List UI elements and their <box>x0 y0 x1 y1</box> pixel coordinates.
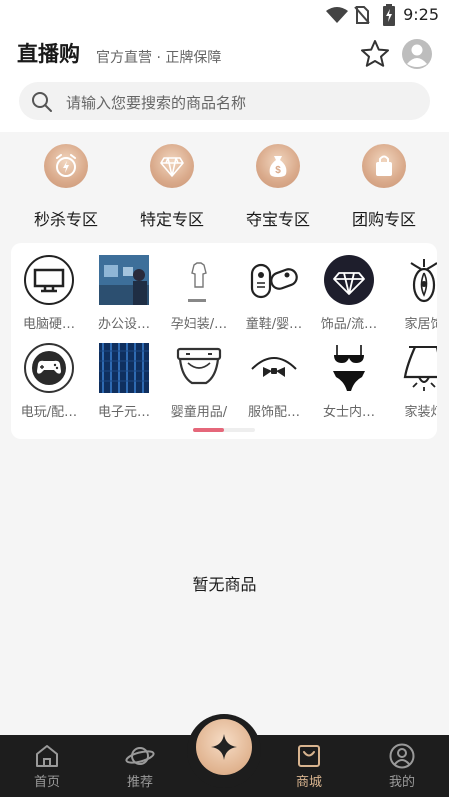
category-image <box>324 255 374 305</box>
office-photo <box>99 255 149 305</box>
electronics-photo-graphic <box>99 343 149 393</box>
tab-label: 商城 <box>295 775 322 790</box>
money-bag-icon: $ <box>269 156 287 177</box>
scroll-indicator <box>193 428 255 432</box>
tab-label: 推荐 <box>126 775 153 790</box>
shopping-bag-icon <box>376 155 392 176</box>
category-lingerie[interactable]: 女士内… <box>313 343 385 429</box>
page-subtitle: 官方直营 · 正牌保障 <box>96 50 222 66</box>
diamond-icon <box>160 157 184 177</box>
category-card: 电脑硬… 办公设… 孕妇装/… 童鞋/婴… 饰品/流… 家居饰 电玩/配… 电子… <box>11 243 437 439</box>
category-image <box>249 255 299 305</box>
category-image <box>174 255 224 305</box>
category-lamps[interactable]: 家装灯 <box>388 343 437 429</box>
category-name: 电子元… <box>97 405 150 420</box>
wifi-icon <box>326 7 348 23</box>
category-image <box>324 343 374 393</box>
zone-circle <box>150 144 194 188</box>
category-games[interactable]: 电玩/配… <box>13 343 85 429</box>
zone-label: 特定专区 <box>139 210 204 229</box>
page-title: 直播购 <box>17 42 80 66</box>
monitor-icon <box>24 255 74 305</box>
category-image <box>174 343 224 393</box>
tab-mine[interactable]: 我的 <box>357 735 447 797</box>
search-placeholder[interactable]: 请输入您要搜索的商品名称 <box>66 92 246 113</box>
user-icon <box>389 743 415 769</box>
tab-label: 首页 <box>33 775 60 790</box>
office-photo-graphic <box>99 255 149 305</box>
category-name: 服饰配… <box>247 405 300 420</box>
category-name: 电玩/配… <box>20 405 78 420</box>
diamond-icon <box>324 255 374 305</box>
tab-recommend[interactable]: 推荐 <box>95 735 185 797</box>
category-image <box>24 343 74 393</box>
home-decor-icon <box>410 259 437 303</box>
category-name: 电脑硬… <box>22 317 75 332</box>
zone-treasure[interactable]: $ 夺宝专区 <box>233 140 323 230</box>
zone-label: 夺宝专区 <box>245 210 310 229</box>
tab-mall[interactable]: 商城 <box>264 735 354 797</box>
zone-row: 秒杀专区 特定专区 $ 夺宝专区 团购专区 <box>0 140 449 230</box>
star-icon[interactable] <box>359 38 391 70</box>
gamepad-icon <box>24 343 74 393</box>
no-sim-icon <box>354 6 370 24</box>
category-maternity[interactable]: 孕妇装/… <box>163 255 235 341</box>
status-time: 9:25 <box>403 5 439 24</box>
planet-icon <box>125 747 155 765</box>
shopping-bag-icon <box>298 745 320 767</box>
bow-tie-icon <box>251 357 297 377</box>
category-home-decor[interactable]: 家居饰 <box>388 255 437 341</box>
category-accessories[interactable]: 服饰配… <box>238 343 310 429</box>
category-image <box>399 343 437 393</box>
category-name: 办公设… <box>97 317 150 332</box>
category-name: 婴童用品/ <box>170 405 228 420</box>
category-jewelry[interactable]: 饰品/流… <box>313 255 385 341</box>
zone-label: 秒杀专区 <box>33 210 98 229</box>
maternity-dress-icon <box>188 262 207 302</box>
baby-shoes-icon <box>250 263 298 299</box>
category-electronics[interactable]: 电子元… <box>88 343 160 429</box>
category-office[interactable]: 办公设… <box>88 255 160 341</box>
zone-seckill[interactable]: 秒杀专区 <box>21 140 111 230</box>
zone-circle <box>44 144 88 188</box>
alarm-clock-icon <box>56 154 76 177</box>
tab-label: 我的 <box>388 775 415 790</box>
zone-circle <box>362 144 406 188</box>
category-computer-hardware[interactable]: 电脑硬… <box>13 255 85 341</box>
scroll-indicator-thumb <box>193 428 224 432</box>
category-name: 家装灯 <box>404 405 437 420</box>
category-name: 女士内… <box>322 405 375 420</box>
category-name: 孕妇装/… <box>170 317 228 332</box>
sparkle-icon <box>211 734 237 760</box>
category-baby-products[interactable]: 婴童用品/ <box>163 343 235 429</box>
zone-special[interactable]: 特定专区 <box>127 140 217 230</box>
search-bar[interactable]: 请输入您要搜索的商品名称 <box>19 82 430 120</box>
category-name: 家居饰 <box>404 317 437 332</box>
zone-circle: $ <box>256 144 300 188</box>
lingerie-icon <box>333 345 365 391</box>
diaper-icon <box>176 347 222 385</box>
lamp-icon <box>403 346 437 391</box>
zone-group-buy[interactable]: 团购专区 <box>339 140 429 230</box>
category-kids-shoes[interactable]: 童鞋/婴… <box>238 255 310 341</box>
category-image <box>249 343 299 393</box>
center-action-button[interactable] <box>196 719 252 775</box>
search-icon <box>32 92 52 112</box>
category-image <box>24 255 74 305</box>
category-name: 童鞋/婴… <box>245 317 303 332</box>
tab-home[interactable]: 首页 <box>2 735 92 797</box>
empty-state-text: 暂无商品 <box>192 575 257 594</box>
status-bar: 9:25 <box>0 0 449 30</box>
avatar-icon[interactable] <box>401 38 433 70</box>
category-image <box>399 255 437 305</box>
electronics-photo <box>99 343 149 393</box>
category-name: 饰品/流… <box>320 317 378 332</box>
battery-charging-icon <box>383 4 395 26</box>
svg-text:$: $ <box>275 165 281 176</box>
home-icon <box>36 745 58 767</box>
zone-label: 团购专区 <box>351 210 416 229</box>
